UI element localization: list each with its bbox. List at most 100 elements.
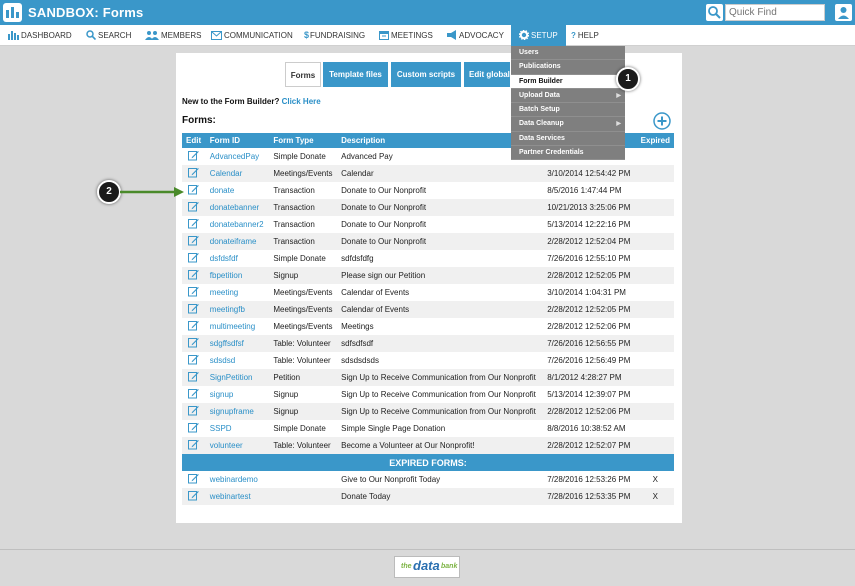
edit-icon[interactable]: [182, 488, 206, 505]
form-id-link[interactable]: SignPetition: [205, 369, 270, 386]
form-date: 7/26/2016 12:56:55 PM: [543, 335, 637, 352]
nav-dashboard[interactable]: DASHBOARD: [8, 25, 72, 46]
form-type: Simple Donate: [273, 424, 326, 433]
edit-icon[interactable]: [182, 216, 206, 233]
form-id-link[interactable]: Calendar: [205, 165, 270, 182]
form-id-link[interactable]: meeting: [206, 284, 270, 301]
nav-setup[interactable]: SETUP: [511, 25, 566, 46]
form-type: Transaction: [269, 233, 338, 250]
form-id-link[interactable]: volunteer: [205, 437, 270, 454]
table-row: meeting Meetings/Events Calendar of Events…: [182, 284, 674, 301]
setup-menu-item-data-services[interactable]: Data Services: [511, 132, 625, 147]
nav-advocacy[interactable]: ADVOCACY: [446, 25, 504, 46]
members-icon: [145, 31, 159, 40]
form-date: 3/10/2014 12:54:42 PM: [543, 165, 637, 182]
setup-menu-item-data-cleanup[interactable]: Data Cleanup ▶: [511, 117, 625, 132]
edit-icon[interactable]: [182, 301, 206, 318]
edit-icon[interactable]: [182, 403, 206, 420]
quick-find-input[interactable]: [725, 4, 825, 21]
edit-icon[interactable]: [182, 437, 206, 454]
search-icon[interactable]: [706, 4, 723, 21]
intro-text: New to the Form Builder? Click Here: [182, 97, 321, 106]
form-id-link[interactable]: multimeeting: [206, 318, 270, 335]
callout-1: 1: [616, 67, 640, 91]
form-id-link[interactable]: donateiframe: [205, 233, 270, 250]
form-date: 7/26/2016 12:56:49 PM: [547, 356, 631, 365]
app-logo-icon[interactable]: [3, 3, 22, 22]
form-id-link[interactable]: signup: [206, 386, 270, 403]
form-description: Calendar of Events: [337, 301, 544, 318]
setup-menu-item-batch-setup[interactable]: Batch Setup: [511, 103, 625, 118]
form-id-link[interactable]: sdsdsd: [206, 352, 270, 369]
form-id-link[interactable]: SSPD: [206, 420, 270, 437]
col-form-id[interactable]: Form ID: [205, 133, 270, 148]
form-id-link[interactable]: meetingfb: [205, 301, 270, 318]
edit-icon[interactable]: [182, 335, 206, 352]
form-description: Become a Volunteer at Our Nonprofit!: [337, 437, 544, 454]
edit-icon[interactable]: [182, 352, 206, 369]
table-row: meetingfb Meetings/Events Calendar of Even…: [182, 301, 674, 318]
setup-menu-item-form-builder[interactable]: Form Builder: [511, 74, 625, 89]
add-form-icon[interactable]: [653, 112, 671, 130]
click-here-link[interactable]: Click Here: [282, 97, 321, 106]
col-edit: Edit: [182, 133, 206, 148]
table-row: SSPD Simple Donate Simple Single Page Dona…: [182, 420, 674, 437]
form-id-link[interactable]: dsfdsfdf: [206, 250, 270, 267]
edit-icon[interactable]: [182, 420, 206, 437]
edit-icon[interactable]: [182, 318, 206, 335]
form-date: 2/28/2012 12:52:05 PM: [543, 267, 637, 284]
edit-icon[interactable]: [182, 165, 206, 182]
form-type: Meetings/Events: [273, 288, 333, 297]
edit-icon[interactable]: [182, 386, 206, 403]
form-id-link[interactable]: webinartest: [205, 488, 270, 505]
table-row: webinartest Donate Today 7/28/2016 12:53:3…: [182, 488, 674, 505]
tab-custom-scripts[interactable]: Custom scripts: [391, 62, 461, 87]
form-id-link[interactable]: donatebanner: [205, 199, 270, 216]
edit-icon[interactable]: [182, 199, 206, 216]
tab-template-files[interactable]: Template files: [323, 62, 388, 87]
form-type: Transaction: [269, 199, 338, 216]
form-date: 7/28/2016 12:53:26 PM: [547, 475, 631, 484]
form-type: [269, 488, 338, 505]
form-description: Please sign our Petition: [337, 267, 544, 284]
edit-icon[interactable]: [182, 250, 206, 267]
form-expired: [637, 148, 674, 165]
nav-help[interactable]: ? HELP: [571, 25, 599, 46]
nav-members[interactable]: MEMBERS: [145, 25, 201, 46]
nav-meetings[interactable]: MEETINGS: [379, 25, 433, 46]
edit-icon[interactable]: [182, 267, 206, 284]
nav-fundraising[interactable]: $FUNDRAISING: [304, 25, 365, 46]
tab-forms[interactable]: Forms: [285, 62, 321, 87]
form-id-link[interactable]: donatebanner2: [206, 216, 270, 233]
form-type: Meetings/Events: [269, 301, 338, 318]
form-id-link[interactable]: AdvancedPay: [206, 148, 270, 165]
table-row: multimeeting Meetings/Events Meetings 2/28/…: [182, 318, 674, 335]
nav-communication[interactable]: COMMUNICATION: [211, 25, 293, 46]
form-id-link[interactable]: signupframe: [205, 403, 270, 420]
form-id-link[interactable]: webinardemo: [206, 471, 270, 488]
footer-logo[interactable]: the data bank: [394, 556, 460, 578]
form-id-link[interactable]: donate: [206, 182, 270, 199]
form-id-link[interactable]: sdgffsdfsf: [205, 335, 270, 352]
user-icon[interactable]: [835, 4, 852, 21]
form-expired: [637, 420, 674, 437]
form-description: Calendar: [337, 165, 544, 182]
nav-search[interactable]: SEARCH: [86, 25, 131, 46]
edit-icon[interactable]: [182, 471, 206, 488]
col-expired[interactable]: Expired: [636, 133, 674, 148]
setup-menu-item-upload-data[interactable]: Upload Data ▶: [511, 89, 625, 104]
setup-menu-item-partner-credentials[interactable]: Partner Credentials: [511, 146, 625, 161]
setup-menu-item-publications[interactable]: Publications: [511, 60, 625, 75]
gear-icon: [518, 29, 530, 41]
form-expired: [636, 267, 674, 284]
edit-icon[interactable]: [182, 148, 206, 165]
col-form-type[interactable]: Form Type: [269, 133, 338, 148]
edit-icon[interactable]: [182, 369, 206, 386]
form-type: Simple Donate: [273, 152, 326, 161]
form-date: 5/13/2014 12:22:16 PM: [547, 220, 631, 229]
setup-menu-item-users[interactable]: Users: [511, 46, 625, 61]
form-id-link[interactable]: fbpetition: [205, 267, 270, 284]
tab-edit-global[interactable]: Edit global: [464, 62, 510, 87]
edit-icon[interactable]: [182, 233, 206, 250]
edit-icon[interactable]: [182, 284, 206, 301]
